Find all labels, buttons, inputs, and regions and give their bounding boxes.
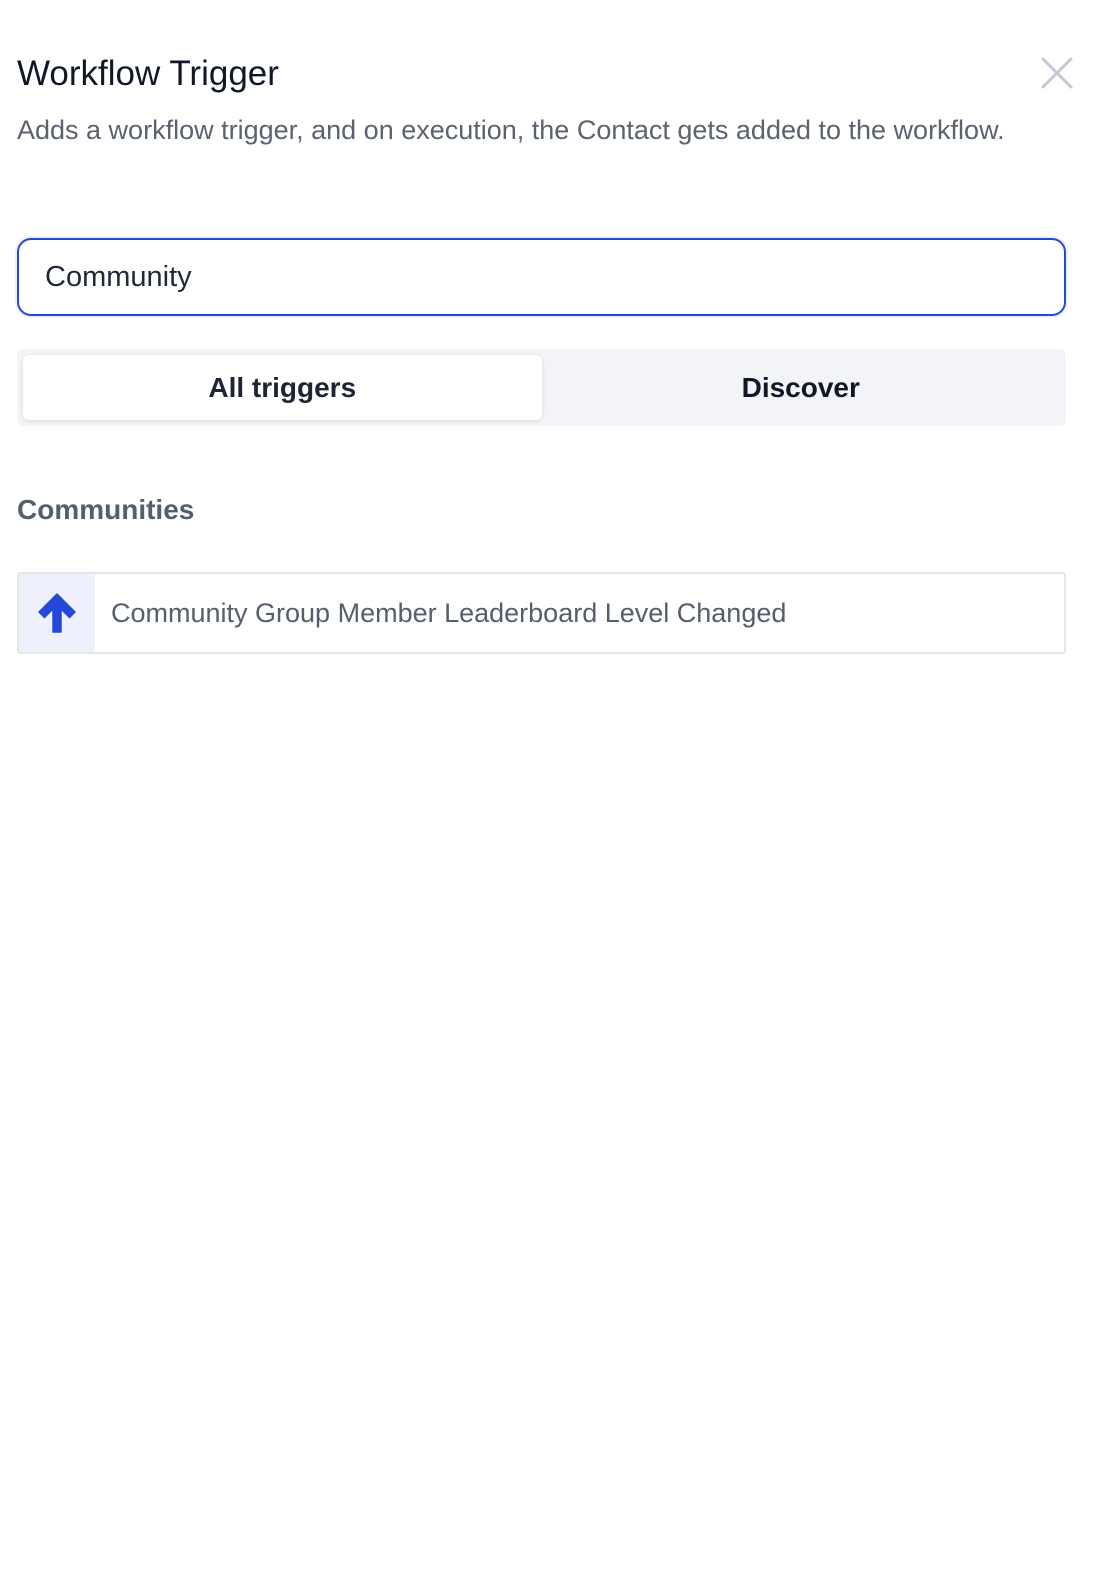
trigger-tabs: All triggers Discover [17,349,1066,426]
arrow-up-icon [38,593,76,633]
panel-description: Adds a workflow trigger, and on executio… [17,115,1005,145]
section-heading-communities: Communities [17,494,195,525]
trigger-icon-container [19,574,95,652]
tab-all-triggers[interactable]: All triggers [23,355,542,420]
trigger-item-community-leaderboard[interactable]: Community Group Member Leaderboard Level… [17,572,1066,654]
workflow-trigger-panel: Workflow Trigger Adds a workflow trigger… [0,0,1116,1578]
close-button[interactable] [1036,52,1078,94]
tab-discover[interactable]: Discover [542,355,1061,420]
trigger-item-label: Community Group Member Leaderboard Level… [111,597,787,628]
close-icon [1041,57,1073,89]
search-input[interactable] [17,238,1066,316]
panel-title: Workflow Trigger [17,54,279,93]
